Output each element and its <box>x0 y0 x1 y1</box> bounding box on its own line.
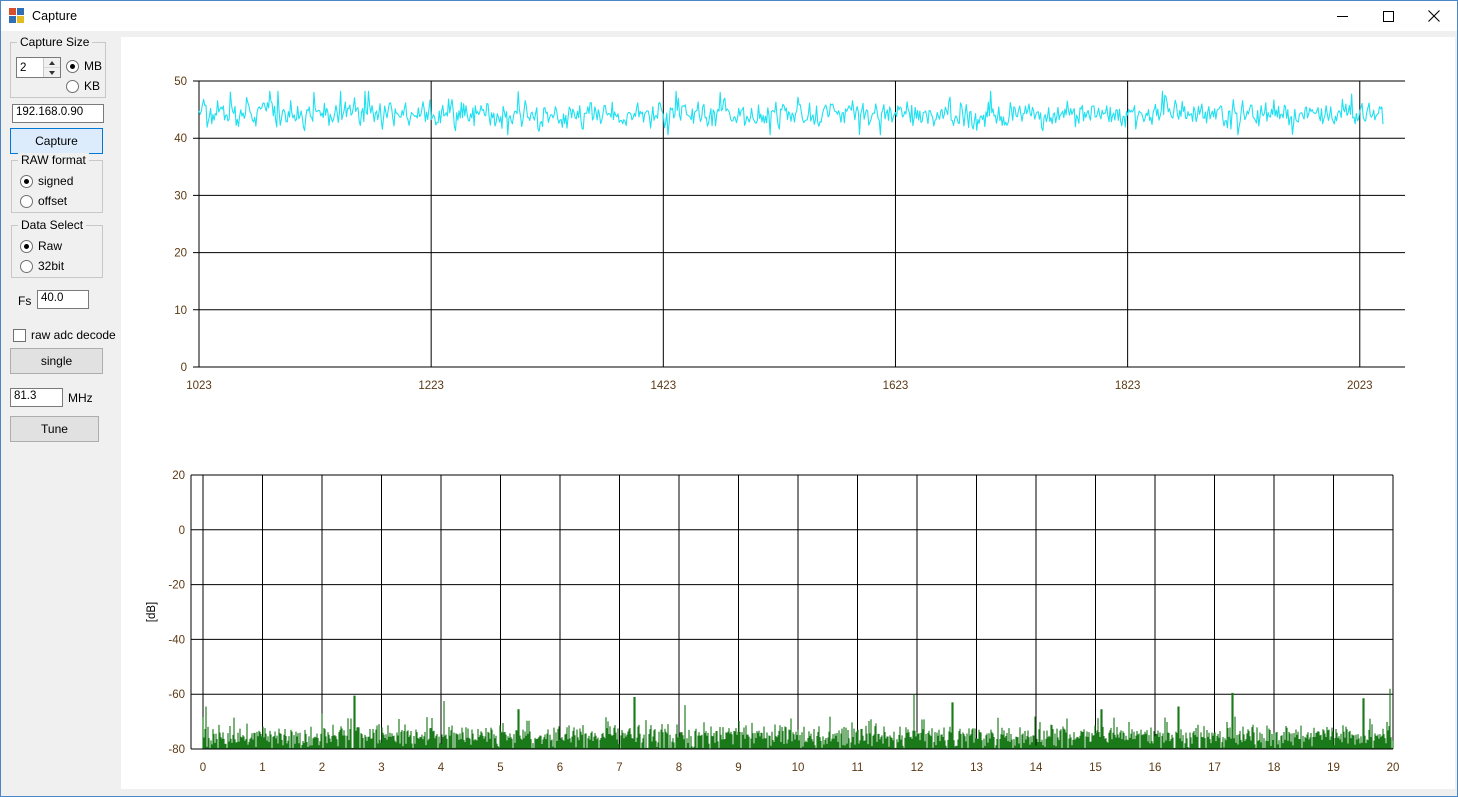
capture-button[interactable]: Capture <box>10 128 103 154</box>
svg-text:4: 4 <box>438 762 445 774</box>
svg-text:17: 17 <box>1208 762 1221 774</box>
svg-text:-20: -20 <box>168 580 185 592</box>
checkbox-icon <box>13 328 26 342</box>
spin-up-icon[interactable] <box>44 58 60 68</box>
app-icon <box>9 8 25 24</box>
svg-text:10: 10 <box>792 762 805 774</box>
svg-text:5: 5 <box>497 762 503 774</box>
svg-text:1223: 1223 <box>418 380 444 392</box>
svg-text:2: 2 <box>319 762 325 774</box>
radio-icon <box>20 194 33 208</box>
raw-format-offset[interactable]: offset <box>20 194 67 208</box>
close-button[interactable] <box>1411 1 1457 31</box>
data-select-title: Data Select <box>18 218 87 232</box>
title-bar: Capture <box>1 1 1457 31</box>
spin-down-icon[interactable] <box>44 68 60 77</box>
svg-text:50: 50 <box>174 76 187 88</box>
svg-text:10: 10 <box>174 305 187 317</box>
data-select-raw-label: Raw <box>38 239 63 253</box>
svg-text:-60: -60 <box>168 689 185 701</box>
radio-icon <box>66 59 79 73</box>
single-button[interactable]: single <box>10 348 103 374</box>
spectrum-chart[interactable]: -80 -60 -40 -20 0 20 0 1 2 3 4 5 6 7 8 9 10 11 12 13 14 15 16 1… <box>121 397 1455 789</box>
time-domain-chart[interactable]: 0 10 20 30 40 50 1023 1223 1423 1623 1823 2023 <box>121 37 1455 397</box>
window-title: Capture <box>32 9 78 23</box>
svg-text:9: 9 <box>735 762 741 774</box>
tune-frequency-input[interactable]: 81.3 <box>10 388 63 407</box>
svg-text:15: 15 <box>1089 762 1102 774</box>
svg-text:1: 1 <box>259 762 265 774</box>
svg-text:18: 18 <box>1268 762 1281 774</box>
capture-window: Capture Capture Size 2 MB KB 192.168.0.9… <box>0 0 1458 797</box>
svg-text:8: 8 <box>676 762 682 774</box>
ip-address-input[interactable]: 192.168.0.90 <box>12 104 104 123</box>
tune-frequency-unit-label: MHz <box>68 391 93 405</box>
raw-format-offset-label: offset <box>38 194 68 208</box>
svg-text:1823: 1823 <box>1115 380 1141 392</box>
svg-text:6: 6 <box>557 762 563 774</box>
capture-size-value[interactable]: 2 <box>17 58 43 77</box>
radio-icon <box>20 174 33 188</box>
plot-panel: 0 10 20 30 40 50 1023 1223 1423 1623 1823 2023 -80-… <box>121 37 1455 789</box>
svg-text:1623: 1623 <box>883 380 909 392</box>
svg-text:0: 0 <box>181 362 187 374</box>
data-select-raw[interactable]: Raw <box>20 239 62 253</box>
raw-format-signed-label: signed <box>38 174 74 188</box>
capture-size-title: Capture Size <box>17 35 93 49</box>
svg-text:1023: 1023 <box>186 380 212 392</box>
capture-size-unit-mb[interactable]: MB <box>66 59 102 73</box>
capture-size-unit-kb-label: KB <box>84 79 101 93</box>
svg-text:12: 12 <box>911 762 924 774</box>
svg-text:19: 19 <box>1327 762 1340 774</box>
svg-text:20: 20 <box>174 248 187 260</box>
radio-icon <box>20 239 33 253</box>
data-select-32bit[interactable]: 32bit <box>20 259 64 273</box>
svg-text:16: 16 <box>1149 762 1162 774</box>
svg-text:40: 40 <box>174 133 187 145</box>
capture-size-spin-arrows[interactable] <box>43 58 60 77</box>
svg-text:11: 11 <box>852 762 864 774</box>
radio-icon <box>20 259 33 273</box>
svg-text:[dB]: [dB] <box>146 602 158 622</box>
data-select-32bit-label: 32bit <box>38 259 65 273</box>
svg-text:13: 13 <box>970 762 983 774</box>
maximize-button[interactable] <box>1365 1 1411 31</box>
svg-text:2023: 2023 <box>1347 380 1373 392</box>
svg-text:-40: -40 <box>168 634 185 646</box>
svg-text:3: 3 <box>378 762 384 774</box>
svg-text:14: 14 <box>1030 762 1043 774</box>
svg-text:7: 7 <box>616 762 622 774</box>
svg-text:20: 20 <box>172 470 185 482</box>
svg-text:1423: 1423 <box>651 380 677 392</box>
raw-format-title: RAW format <box>18 153 89 167</box>
svg-text:30: 30 <box>174 190 187 202</box>
svg-text:-80: -80 <box>168 744 185 756</box>
fs-label: Fs <box>18 294 32 308</box>
capture-size-stepper[interactable]: 2 <box>16 57 61 78</box>
raw-format-signed[interactable]: signed <box>20 174 73 188</box>
raw-adc-decode-label: raw adc decode <box>31 328 116 342</box>
minimize-button[interactable] <box>1319 1 1365 31</box>
control-panel: Capture Size 2 MB KB 192.168.0.90 Captur… <box>2 32 121 796</box>
svg-text:0: 0 <box>179 525 185 537</box>
window-controls <box>1319 1 1457 31</box>
raw-adc-decode-checkbox[interactable]: raw adc decode <box>13 328 116 342</box>
capture-size-unit-mb-label: MB <box>84 59 102 73</box>
tune-button[interactable]: Tune <box>10 416 99 442</box>
capture-size-unit-kb[interactable]: KB <box>66 79 100 93</box>
fs-input[interactable]: 40.0 <box>37 290 89 309</box>
svg-text:20: 20 <box>1387 762 1400 774</box>
svg-text:0: 0 <box>200 762 206 774</box>
radio-icon <box>66 79 79 93</box>
